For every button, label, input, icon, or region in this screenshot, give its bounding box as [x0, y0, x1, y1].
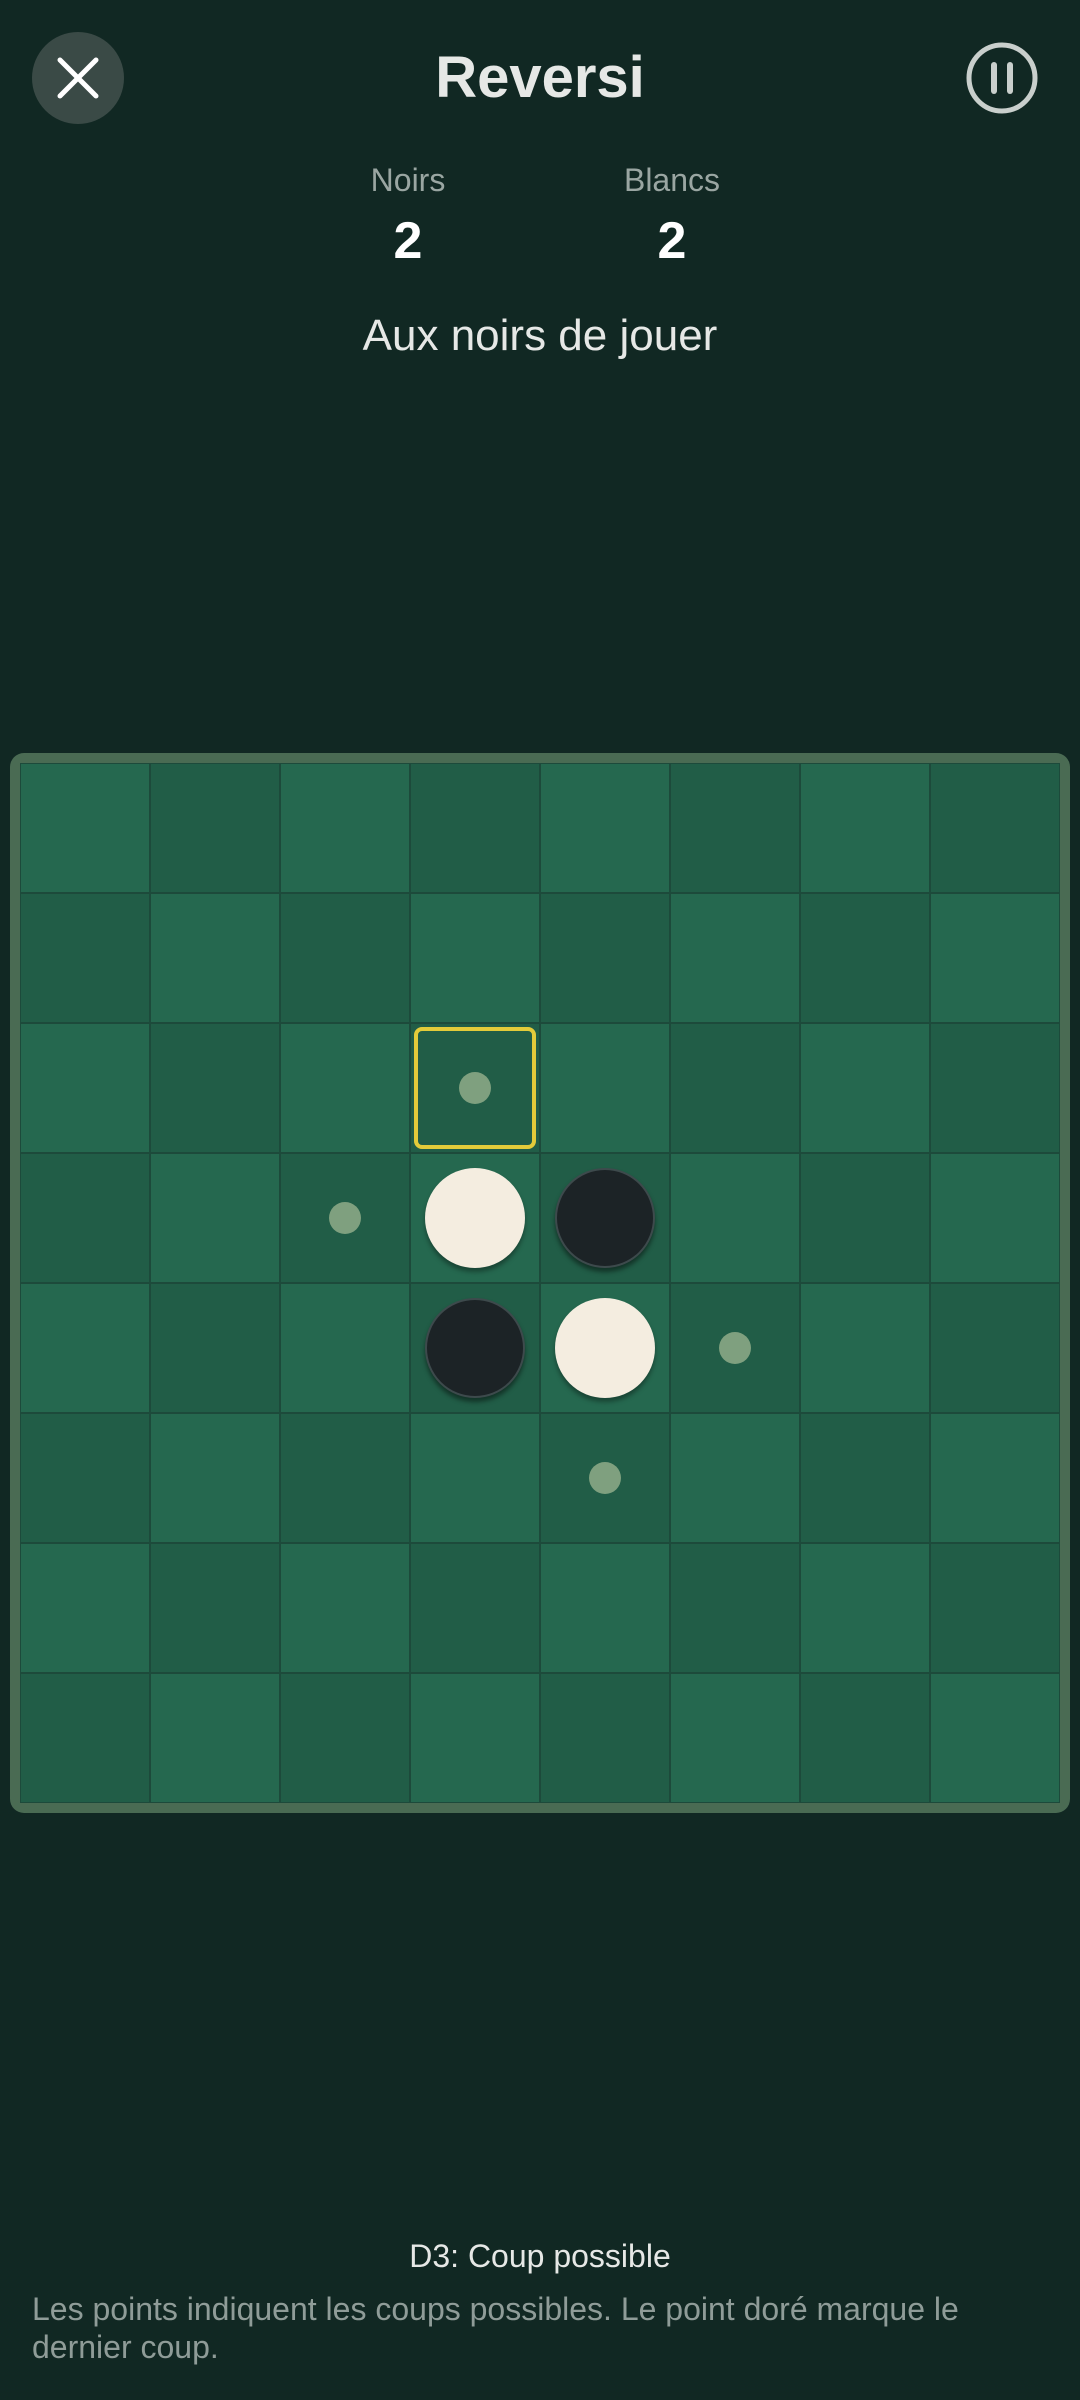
board-cell-g5[interactable] — [800, 1283, 930, 1413]
board-cell-h1[interactable] — [930, 763, 1060, 893]
board-cell-c5[interactable] — [280, 1283, 410, 1413]
board-cell-a7[interactable] — [20, 1543, 150, 1673]
board-cell-d1[interactable] — [410, 763, 540, 893]
board-cell-e6[interactable] — [540, 1413, 670, 1543]
white-score: Blancs 2 — [572, 158, 772, 276]
board-cell-a8[interactable] — [20, 1673, 150, 1803]
move-hint-dot — [329, 1202, 361, 1234]
board-cell-a5[interactable] — [20, 1283, 150, 1413]
board-cell-h8[interactable] — [930, 1673, 1060, 1803]
board-cell-g6[interactable] — [800, 1413, 930, 1543]
white-disc — [425, 1168, 525, 1268]
board-cell-h3[interactable] — [930, 1023, 1060, 1153]
board-cell-b3[interactable] — [150, 1023, 280, 1153]
status-text: D3: Coup possible — [409, 2238, 671, 2274]
board-cell-d3[interactable] — [410, 1023, 540, 1153]
board-cell-b4[interactable] — [150, 1153, 280, 1283]
board-cell-e3[interactable] — [540, 1023, 670, 1153]
board-cell-b7[interactable] — [150, 1543, 280, 1673]
board-cell-c6[interactable] — [280, 1413, 410, 1543]
board-cell-h2[interactable] — [930, 893, 1060, 1023]
board-cell-g2[interactable] — [800, 893, 930, 1023]
board-cell-a3[interactable] — [20, 1023, 150, 1153]
board-cell-g8[interactable] — [800, 1673, 930, 1803]
board-cell-f8[interactable] — [670, 1673, 800, 1803]
help-text: Les points indiquent les coups possibles… — [32, 2291, 959, 2365]
board-cell-e2[interactable] — [540, 893, 670, 1023]
game-board — [20, 763, 1060, 1803]
board-cell-f2[interactable] — [670, 893, 800, 1023]
board-cell-h7[interactable] — [930, 1543, 1060, 1673]
board-cell-c1[interactable] — [280, 763, 410, 893]
board-cell-h4[interactable] — [930, 1153, 1060, 1283]
board-cell-a6[interactable] — [20, 1413, 150, 1543]
board-cell-e4[interactable] — [540, 1153, 670, 1283]
board-cell-a4[interactable] — [20, 1153, 150, 1283]
reversi-screen: Reversi Noirs 2 Blancs 2 Aux noirs de jo… — [0, 0, 1080, 2400]
move-hint-dot — [719, 1332, 751, 1364]
board-cell-c3[interactable] — [280, 1023, 410, 1153]
board-cell-d6[interactable] — [410, 1413, 540, 1543]
board-cell-d8[interactable] — [410, 1673, 540, 1803]
board-cell-b6[interactable] — [150, 1413, 280, 1543]
black-score-label: Noirs — [370, 162, 446, 198]
board-cell-e7[interactable] — [540, 1543, 670, 1673]
board-cell-c2[interactable] — [280, 893, 410, 1023]
board-cell-e1[interactable] — [540, 763, 670, 893]
board-cell-d4[interactable] — [410, 1153, 540, 1283]
board-cell-a1[interactable] — [20, 763, 150, 893]
move-hint-dot — [589, 1462, 621, 1494]
pause-icon — [966, 42, 1038, 114]
board-cell-d7[interactable] — [410, 1543, 540, 1673]
white-score-value: 2 — [657, 212, 687, 270]
pause-button[interactable] — [964, 40, 1040, 116]
board-cell-b2[interactable] — [150, 893, 280, 1023]
board-cell-b8[interactable] — [150, 1673, 280, 1803]
turn-indicator: Aux noirs de jouer — [362, 311, 718, 360]
black-disc — [425, 1298, 525, 1398]
board-cell-f6[interactable] — [670, 1413, 800, 1543]
move-hint-dot — [459, 1072, 491, 1104]
board-cell-e5[interactable] — [540, 1283, 670, 1413]
black-score: Noirs 2 — [308, 158, 508, 276]
board-cell-g1[interactable] — [800, 763, 930, 893]
board-cell-b1[interactable] — [150, 763, 280, 893]
board-cell-g7[interactable] — [800, 1543, 930, 1673]
board-cell-g3[interactable] — [800, 1023, 930, 1153]
black-disc — [555, 1168, 655, 1268]
board-cell-g4[interactable] — [800, 1153, 930, 1283]
board-cell-f7[interactable] — [670, 1543, 800, 1673]
board-cell-d5[interactable] — [410, 1283, 540, 1413]
white-score-label: Blancs — [623, 162, 721, 198]
game-title: Reversi — [435, 45, 645, 110]
board-cell-c8[interactable] — [280, 1673, 410, 1803]
board-cell-h5[interactable] — [930, 1283, 1060, 1413]
board-cell-c4[interactable] — [280, 1153, 410, 1283]
board-cell-b5[interactable] — [150, 1283, 280, 1413]
board-cell-f1[interactable] — [670, 763, 800, 893]
white-disc — [555, 1298, 655, 1398]
board-cell-c7[interactable] — [280, 1543, 410, 1673]
board-cell-h6[interactable] — [930, 1413, 1060, 1543]
board-cell-f4[interactable] — [670, 1153, 800, 1283]
board-cell-f3[interactable] — [670, 1023, 800, 1153]
board-cell-a2[interactable] — [20, 893, 150, 1023]
board-cell-f5[interactable] — [670, 1283, 800, 1413]
black-score-value: 2 — [393, 212, 423, 270]
board-cell-e8[interactable] — [540, 1673, 670, 1803]
board-cell-d2[interactable] — [410, 893, 540, 1023]
